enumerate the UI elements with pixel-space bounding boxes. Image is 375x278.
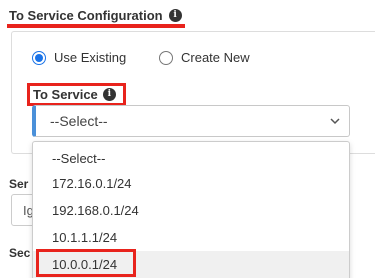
section-title: To Service Configuration i	[9, 8, 182, 23]
to-service-select[interactable]: --Select--	[32, 105, 350, 137]
to-service-label: To Service i	[27, 83, 126, 106]
dropdown-option[interactable]: 10.1.1.1/24	[33, 224, 349, 251]
info-icon[interactable]: i	[102, 88, 116, 101]
radio-use-existing-control[interactable]	[32, 50, 46, 65]
background-serv-label: Ser	[9, 177, 29, 191]
chevron-down-icon	[330, 118, 340, 125]
dropdown-option[interactable]: 192.168.0.1/24	[33, 197, 349, 224]
radio-use-existing-label: Use Existing	[54, 50, 127, 65]
to-service-selected-value: --Select--	[50, 113, 108, 129]
title-highlight-underline	[7, 24, 185, 28]
section-title-text: To Service Configuration	[9, 8, 163, 23]
radio-use-existing[interactable]: Use Existing	[32, 50, 126, 65]
dropdown-option[interactable]: --Select--	[33, 145, 349, 172]
dropdown-option[interactable]: 172.16.0.1/24	[33, 170, 349, 197]
background-sec-label: Sec	[9, 246, 31, 260]
radio-create-new[interactable]: Create New	[159, 50, 250, 65]
to-service-label-text: To Service	[33, 87, 98, 102]
radio-create-new-control[interactable]	[159, 50, 173, 65]
dropdown-option-hovered[interactable]: 10.0.0.1/24	[33, 251, 349, 278]
to-service-dropdown: --Select-- 172.16.0.1/24 192.168.0.1/24 …	[32, 141, 350, 278]
info-icon[interactable]: i	[168, 9, 182, 22]
radio-create-new-label: Create New	[181, 50, 250, 65]
